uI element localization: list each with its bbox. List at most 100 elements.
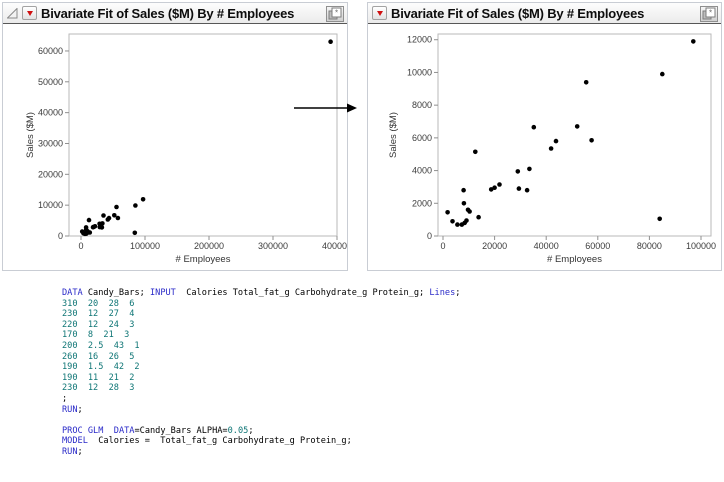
- app-canvas: { "colors": { "keyword": "#2a2ac8", "num…: [0, 0, 724, 482]
- data-point[interactable]: [473, 149, 478, 155]
- data-point[interactable]: [115, 215, 121, 221]
- panel-title: Bivariate Fit of Sales ($M) By # Employe…: [41, 5, 295, 21]
- data-point[interactable]: [467, 209, 472, 214]
- code-text: Candy_Bars;: [82, 288, 150, 298]
- svg-text:*: *: [335, 9, 338, 18]
- data-point[interactable]: [133, 203, 138, 208]
- x-tick-label: 300000: [258, 241, 288, 251]
- code-line: 230 12 28 3: [62, 383, 460, 394]
- report-panel-full-range: Bivariate Fit of Sales ($M) By # Employe…: [2, 2, 352, 271]
- code-keyword: DATA: [62, 288, 83, 298]
- data-point[interactable]: [461, 187, 466, 193]
- red-triangle-menu-button[interactable]: [372, 6, 387, 20]
- code-number: 170 8 21 3: [62, 330, 130, 341]
- layered-squares-star-icon: *: [702, 7, 716, 20]
- code-text: ;: [77, 446, 83, 457]
- red-triangle-icon: [376, 10, 383, 16]
- data-point[interactable]: [574, 124, 580, 129]
- x-tick-label: 20000: [482, 241, 507, 251]
- data-point[interactable]: [455, 222, 460, 227]
- data-point[interactable]: [100, 221, 105, 226]
- data-point[interactable]: [461, 201, 467, 206]
- data-point[interactable]: [450, 219, 455, 224]
- data-point[interactable]: [132, 230, 138, 236]
- data-point[interactable]: [328, 39, 333, 44]
- code-keyword: RUN: [62, 404, 78, 415]
- x-tick-label: 400000: [322, 241, 347, 251]
- code-number: 200 2.5 43 1: [62, 340, 140, 351]
- data-point[interactable]: [516, 186, 522, 191]
- y-tick-label: 30000: [38, 138, 63, 148]
- data-point[interactable]: [476, 214, 481, 220]
- y-tick-label: 0: [58, 231, 63, 241]
- panel-header: Bivariate Fit of Sales ($M) By # Employe…: [3, 3, 347, 24]
- code-line: RUN;: [62, 405, 460, 416]
- data-point[interactable]: [548, 146, 554, 151]
- x-tick-label: 60000: [585, 241, 610, 251]
- y-tick-label: 50000: [38, 77, 63, 87]
- data-point[interactable]: [445, 210, 450, 215]
- code-line: PROC GLM DATA=Candy_Bars ALPHA=0.05;: [62, 426, 460, 437]
- code-line: 230 12 27 4: [62, 309, 460, 320]
- data-point[interactable]: [86, 217, 92, 223]
- code-keyword: MODEL: [62, 436, 88, 447]
- data-point[interactable]: [83, 225, 89, 230]
- scatter-plot-full-range[interactable]: 0 100000 200000 300000 400000 0 10000 20000 3000…: [3, 24, 352, 275]
- layered-squares-star-icon: *: [328, 7, 342, 20]
- disclosure-triangle-icon[interactable]: [7, 7, 18, 19]
- data-point[interactable]: [553, 138, 559, 144]
- data-point[interactable]: [515, 169, 521, 174]
- data-point[interactable]: [691, 39, 696, 44]
- data-point[interactable]: [92, 224, 98, 229]
- y-tick-label: 8000: [412, 100, 432, 110]
- x-tick-label: 80000: [637, 241, 662, 251]
- data-point[interactable]: [99, 225, 105, 230]
- code-number: 0.05: [227, 425, 249, 436]
- code-number: 190 11 21 2: [62, 372, 135, 383]
- data-point[interactable]: [531, 124, 537, 130]
- plot-canvas: 0 100000 200000 300000 400000 0 10000 20000 3000…: [25, 33, 352, 265]
- data-point[interactable]: [87, 230, 93, 235]
- layered-squares-star-icon-button[interactable]: *: [700, 6, 718, 22]
- data-point[interactable]: [106, 215, 112, 221]
- code-number: 310 20 28 6: [62, 298, 135, 309]
- layered-squares-star-icon-button[interactable]: *: [326, 6, 344, 22]
- code-editor[interactable]: DATA Candy_Bars; INPUT Calories Total_fa…: [62, 288, 460, 458]
- y-tick-label: 40000: [38, 108, 63, 118]
- data-point[interactable]: [101, 213, 106, 218]
- plot-frame: [437, 33, 712, 237]
- data-point[interactable]: [583, 80, 589, 85]
- code-line: 190 1.5 42 2: [62, 362, 460, 373]
- y-tick-label: 10000: [38, 200, 63, 210]
- code-number: 260 16 26 5: [62, 351, 135, 362]
- x-axis-title: # Employees: [547, 254, 602, 265]
- data-point[interactable]: [464, 218, 469, 223]
- data-point[interactable]: [657, 216, 662, 222]
- code-keyword: RUN: [62, 446, 78, 457]
- red-triangle-menu-button[interactable]: [22, 6, 37, 20]
- data-point[interactable]: [114, 204, 119, 210]
- x-tick-label: 0: [78, 241, 83, 251]
- code-line: 310 20 28 6: [62, 299, 460, 310]
- code-text: ;: [455, 288, 461, 298]
- data-point[interactable]: [589, 138, 594, 143]
- data-point[interactable]: [140, 197, 146, 202]
- code-number: 230 12 28 3: [62, 383, 135, 394]
- code-line: 220 12 24 3: [62, 320, 460, 331]
- data-point[interactable]: [660, 71, 665, 77]
- y-tick-label: 12000: [407, 35, 432, 45]
- code-line: 170 8 21 3: [62, 330, 460, 341]
- y-axis-title: Sales ($M): [25, 112, 36, 158]
- code-text: ;: [62, 393, 68, 404]
- data-point[interactable]: [497, 182, 502, 187]
- code-text: Calories Total_fat_g Carbohydrate_g Prot…: [175, 288, 430, 298]
- data-point[interactable]: [492, 185, 497, 190]
- svg-text:*: *: [709, 9, 712, 18]
- scatter-plot-zoomed[interactable]: 0 20000 40000 60000 80000 100000 0 2000 4000 6000…: [368, 24, 721, 275]
- code-line: MODEL Calories = Total_fat_g Carbohydrat…: [62, 436, 460, 447]
- data-point[interactable]: [527, 166, 532, 172]
- data-point[interactable]: [524, 187, 530, 193]
- code-line: RUN;: [62, 447, 460, 458]
